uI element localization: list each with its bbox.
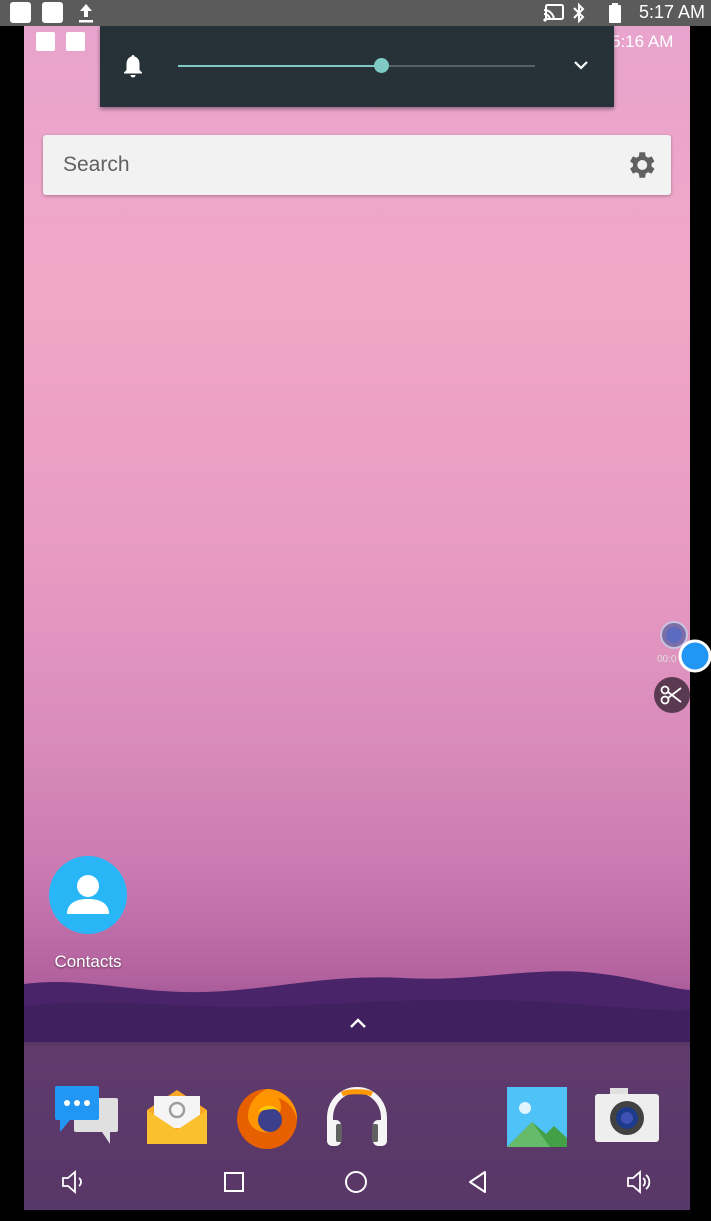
chevron-down-icon[interactable] [572, 56, 590, 74]
battery-icon [609, 3, 621, 23]
volume-up-icon[interactable] [624, 1167, 654, 1197]
gallery-icon[interactable] [502, 1082, 572, 1152]
wallpaper-hills [24, 971, 690, 1046]
contacts-app[interactable] [48, 855, 128, 935]
headphones-icon[interactable] [322, 1082, 392, 1152]
drag-handle-icon[interactable] [678, 639, 711, 673]
search-placeholder: Search [63, 153, 130, 176]
notification-square-icon [42, 2, 63, 23]
host-status-bar: 5:17 AM [0, 0, 711, 26]
contacts-icon [49, 856, 127, 934]
camera-icon[interactable] [592, 1082, 662, 1152]
contacts-label: Contacts [54, 952, 122, 971]
search-bar[interactable]: Search [43, 135, 671, 195]
cast-icon [543, 4, 564, 22]
volume-slider[interactable] [178, 58, 535, 73]
notification-square-icon [36, 32, 55, 51]
email-icon[interactable] [142, 1082, 212, 1152]
notification-square-icon [10, 2, 31, 23]
dock [24, 1042, 690, 1210]
volume-panel [100, 26, 614, 107]
notification-square-icon [66, 32, 85, 51]
firefox-icon[interactable] [232, 1082, 302, 1152]
screen: 5:17 AM 5:16 AM Search Contacts 00:0 [0, 0, 711, 1221]
back-icon[interactable] [463, 1167, 493, 1197]
volume-slider-thumb[interactable] [374, 58, 390, 73]
messaging-icon[interactable] [52, 1082, 122, 1152]
recents-icon[interactable] [219, 1167, 249, 1197]
gear-icon[interactable] [624, 148, 658, 182]
bluetooth-icon [573, 2, 585, 24]
upload-icon [79, 4, 93, 23]
scissors-icon[interactable] [653, 676, 691, 714]
recorder-time: 00:0 [657, 654, 677, 665]
device-screen: 5:16 AM Search Contacts [24, 26, 690, 1210]
device-clock: 5:16 AM [611, 32, 674, 51]
volume-slider-fill [178, 65, 382, 67]
chevron-up-icon[interactable] [347, 1016, 369, 1030]
host-clock: 5:17 AM [638, 2, 705, 22]
volume-down-icon[interactable] [58, 1167, 88, 1197]
home-icon[interactable] [341, 1167, 371, 1197]
bell-icon[interactable] [121, 53, 145, 79]
